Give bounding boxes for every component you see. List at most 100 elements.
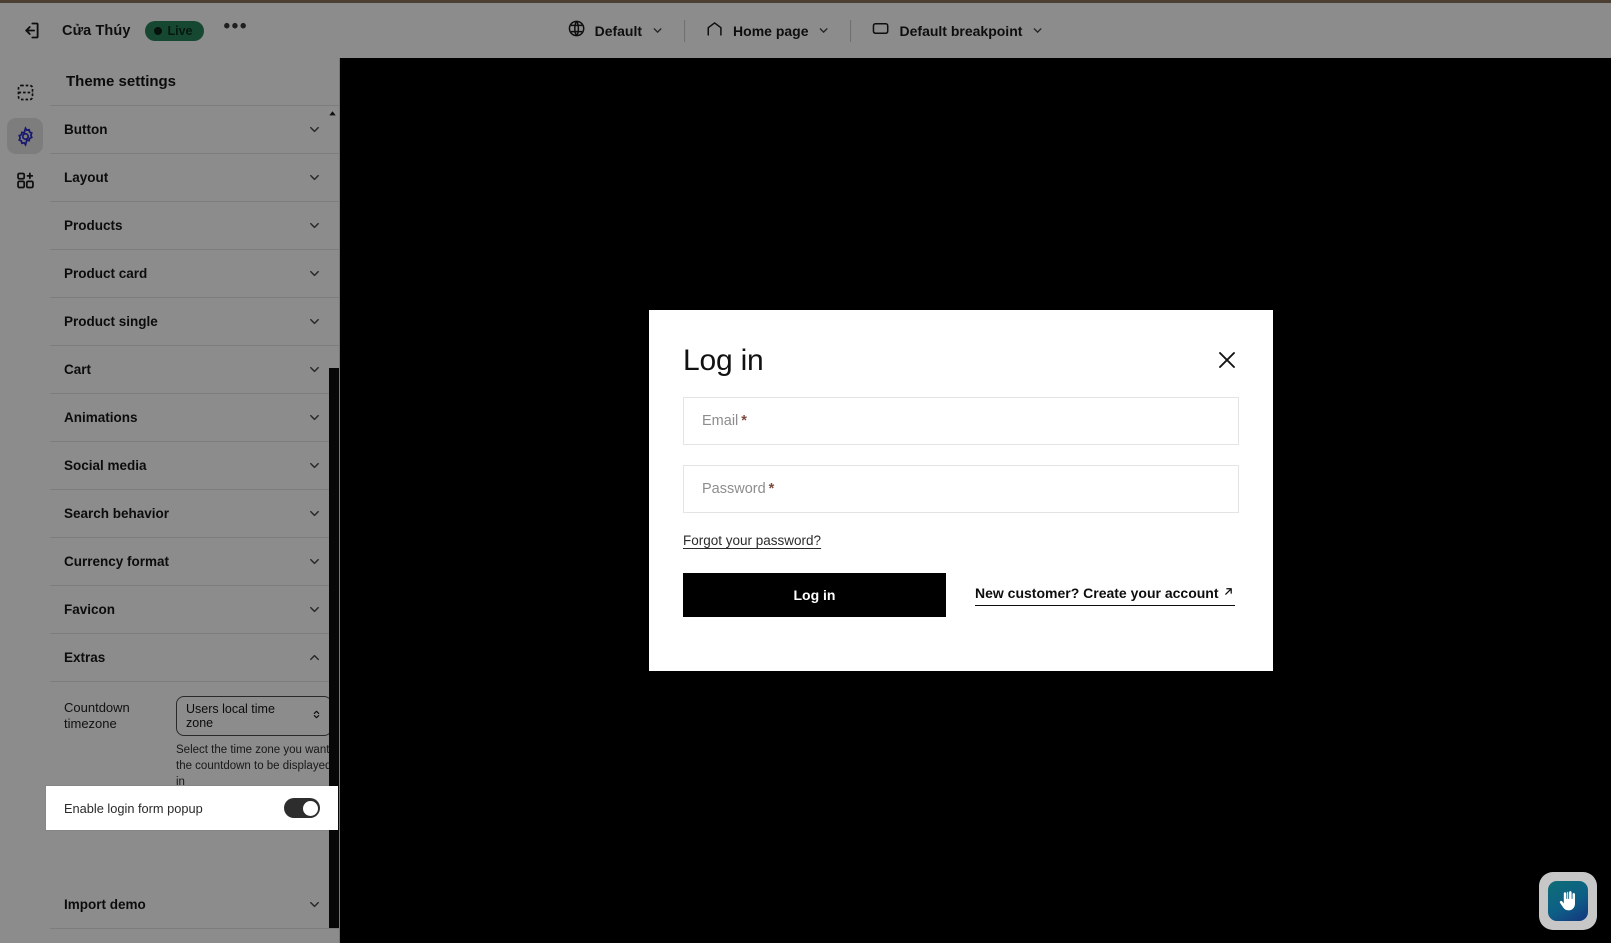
- page-selector[interactable]: Home page: [691, 13, 844, 49]
- accordion-products[interactable]: Products: [50, 202, 339, 250]
- theme-editor-app: Cửa Thúy Live ••• Default Home page Defa…: [0, 0, 1611, 943]
- accordion-product-single[interactable]: Product single: [50, 298, 339, 346]
- live-badge-label: Live: [167, 23, 193, 38]
- create-account-label: New customer? Create your account: [975, 584, 1219, 601]
- accordion-label: Extras: [64, 650, 106, 665]
- accordion-import-demo[interactable]: Import demo: [50, 881, 339, 929]
- exit-arrow-icon[interactable]: [14, 14, 48, 48]
- accordion-cart[interactable]: Cart: [50, 346, 339, 394]
- chevron-down-icon: [307, 170, 322, 185]
- accordion-label: Products: [64, 218, 123, 233]
- more-options-button[interactable]: •••: [218, 17, 254, 40]
- accordion-product-card[interactable]: Product card: [50, 250, 339, 298]
- stepper-updown-icon: [310, 708, 323, 724]
- live-dot-icon: [153, 26, 162, 35]
- chevron-down-icon: [307, 410, 322, 425]
- accordion-label: Button: [64, 122, 108, 137]
- chevron-down-icon: [307, 266, 322, 281]
- home-icon: [705, 19, 724, 43]
- email-field[interactable]: Email *: [683, 397, 1239, 445]
- external-arrow-icon: [1222, 585, 1235, 601]
- accordion-currency-format[interactable]: Currency format: [50, 538, 339, 586]
- top-bar-center: Default Home page Default breakpoint: [553, 3, 1059, 58]
- chevron-down-icon: [307, 897, 322, 912]
- chevron-down-icon: [307, 506, 322, 521]
- required-marker: *: [741, 413, 747, 429]
- required-marker: *: [768, 481, 775, 497]
- login-modal: Log in Email * Password * Forgot your pass…: [649, 310, 1273, 671]
- countdown-timezone-label: Countdown timezone: [64, 700, 130, 732]
- chevron-down-icon: [307, 314, 322, 329]
- globe-icon: [567, 19, 586, 43]
- accordion-favicon[interactable]: Favicon: [50, 586, 339, 634]
- countdown-timezone-value: Users local time zone: [186, 702, 275, 730]
- enable-login-popup-row[interactable]: Enable login form popup: [46, 786, 338, 830]
- accordion-label: Animations: [64, 410, 138, 425]
- accordion-custom-css[interactable]: Custom CSS: [50, 929, 339, 943]
- chevron-down-icon: [651, 24, 664, 37]
- login-modal-title: Log in: [683, 344, 764, 377]
- accordion-label: Favicon: [64, 602, 116, 617]
- login-modal-header: Log in: [683, 346, 1239, 377]
- divider: [850, 19, 852, 42]
- countdown-timezone-field: Countdown timezone Users local time zone…: [50, 682, 339, 799]
- top-hairline: [0, 0, 1611, 3]
- countdown-timezone-select[interactable]: Users local time zone: [176, 696, 332, 736]
- chevron-down-icon: [1031, 24, 1044, 37]
- sections-icon[interactable]: [7, 74, 43, 110]
- chevron-down-icon: [307, 458, 322, 473]
- store-name: Cửa Thúy: [62, 22, 131, 39]
- email-placeholder: Email *: [702, 413, 747, 429]
- accordion-label: Layout: [64, 170, 109, 185]
- enable-login-popup-toggle[interactable]: [284, 798, 320, 818]
- status-badge[interactable]: Live: [144, 20, 204, 41]
- accordion-button[interactable]: Button: [50, 106, 339, 154]
- accordion-label: Product single: [64, 314, 158, 329]
- page-title: Theme settings: [66, 73, 177, 90]
- login-modal-actions: Log in New customer? Create your account: [683, 573, 1239, 617]
- storefront-preview: Log in Email * Password * Forgot your pass…: [352, 58, 1611, 943]
- login-submit-button[interactable]: Log in: [683, 573, 946, 617]
- chevron-up-icon: [307, 650, 322, 665]
- countdown-timezone-control: Users local time zone Select the time zo…: [176, 696, 336, 791]
- accordion-label: Product card: [64, 266, 148, 281]
- top-bar-left: Cửa Thúy Live •••: [0, 14, 254, 48]
- accordion-label: Search behavior: [64, 506, 170, 521]
- accordion-layout[interactable]: Layout: [50, 154, 339, 202]
- scrollbar-thumb[interactable]: [329, 368, 339, 928]
- accordion-label: Social media: [64, 458, 147, 473]
- accordion-animations[interactable]: Animations: [50, 394, 339, 442]
- breakpoint-selector[interactable]: Default breakpoint: [858, 13, 1059, 49]
- accordion-label: Cart: [64, 362, 92, 377]
- create-account-link[interactable]: New customer? Create your account: [975, 585, 1235, 606]
- breakpoint-selector-label: Default breakpoint: [899, 22, 1023, 39]
- theme-selector[interactable]: Default: [553, 13, 678, 49]
- gear-icon[interactable]: [7, 118, 43, 154]
- close-icon[interactable]: [1215, 348, 1239, 377]
- left-icon-rail: [0, 58, 50, 943]
- countdown-timezone-help: Select the time zone you want the countd…: [176, 744, 332, 788]
- accordion-label: Import demo: [64, 896, 146, 912]
- password-field[interactable]: Password *: [683, 465, 1239, 513]
- monitor-icon: [872, 19, 891, 43]
- panel-header: Theme settings: [50, 58, 339, 106]
- password-placeholder: Password *: [702, 481, 775, 497]
- accordion-extras[interactable]: Extras: [50, 634, 339, 682]
- theme-selector-label: Default: [594, 22, 643, 39]
- page-selector-label: Home page: [733, 22, 809, 39]
- toggle-knob: [302, 800, 318, 816]
- scroll-up-arrow-icon[interactable]: [327, 106, 338, 124]
- divider: [684, 19, 686, 42]
- forgot-password-link[interactable]: Forgot your password?: [683, 533, 821, 548]
- accordion-label: Currency format: [64, 554, 170, 569]
- chevron-down-icon: [307, 122, 322, 137]
- chevron-down-icon: [307, 602, 322, 617]
- apps-add-icon[interactable]: [7, 162, 43, 198]
- accordion-social-media[interactable]: Social media: [50, 442, 339, 490]
- accessibility-widget-button[interactable]: [1539, 872, 1597, 930]
- chevron-down-icon: [818, 24, 831, 37]
- hand-accessibility-icon: [1548, 881, 1588, 921]
- top-bar: Cửa Thúy Live ••• Default Home page Defa…: [0, 3, 1611, 58]
- chevron-down-icon: [307, 554, 322, 569]
- accordion-search-behavior[interactable]: Search behavior: [50, 490, 339, 538]
